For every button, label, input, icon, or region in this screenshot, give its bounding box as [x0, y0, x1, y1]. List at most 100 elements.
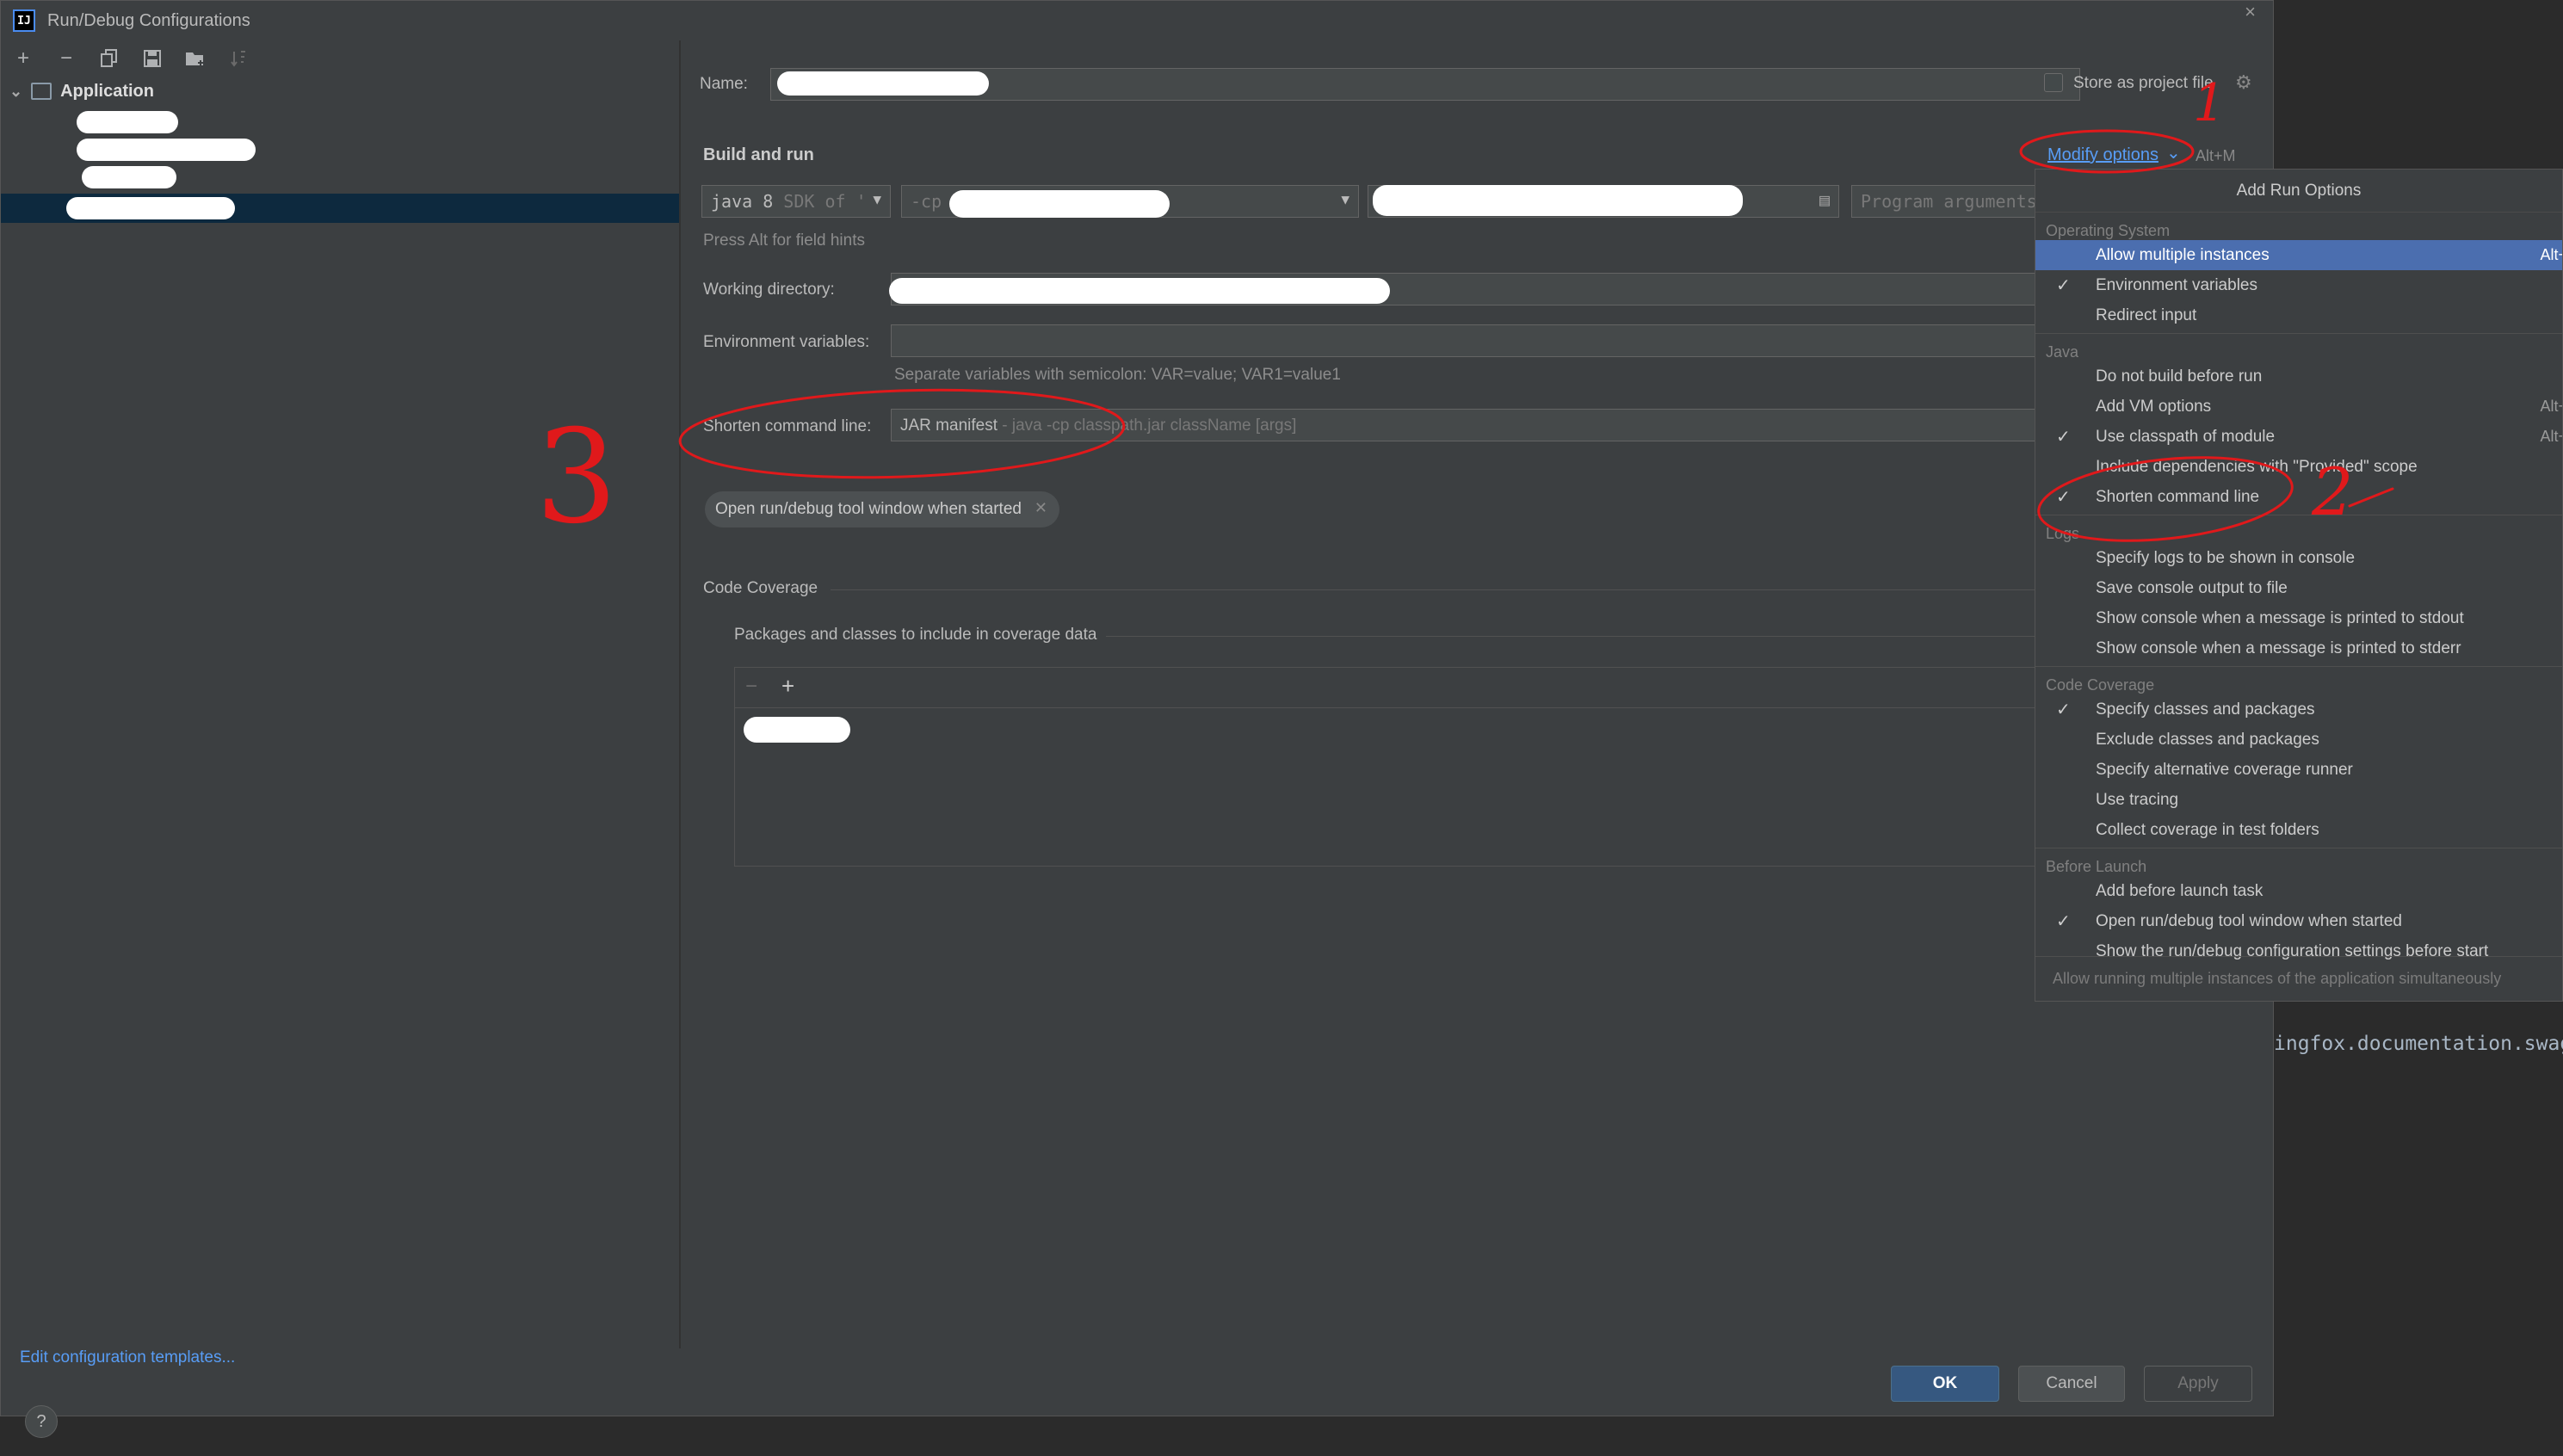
close-icon[interactable]: ✕	[1034, 499, 1047, 517]
option-item[interactable]: Add VM options Alt+	[2035, 392, 2562, 422]
code-coverage-separator	[831, 589, 2035, 590]
tree-node-application[interactable]: ⌄ Application	[1, 77, 679, 106]
option-label: Use classpath of module	[2096, 427, 2276, 446]
shorten-hint: - java -cp classpath.jar className [args…	[1002, 416, 1297, 435]
option-label: Exclude classes and packages	[2096, 730, 2319, 749]
option-label: Add VM options	[2096, 397, 2212, 416]
sdk-hint: SDK of '	[783, 191, 867, 212]
name-label: Name:	[700, 75, 748, 93]
add-run-options-popup: Add Run Options Operating System Allow mu…	[2035, 169, 2563, 1002]
code-coverage-title: Code Coverage	[703, 579, 818, 597]
popup-footer: Allow running multiple instances of the …	[2035, 956, 2562, 1001]
tree-item[interactable]	[1, 135, 679, 164]
open-tool-window-chip[interactable]: Open run/debug tool window when started …	[705, 491, 1059, 527]
checkmark-icon: ✓	[2056, 488, 2071, 507]
ok-button[interactable]: OK	[1891, 1366, 1999, 1402]
option-item[interactable]: Show console when a message is printed t…	[2035, 633, 2562, 663]
checkmark-icon: ✓	[2056, 276, 2071, 295]
close-icon[interactable]: ×	[2245, 1, 2256, 23]
checkmark-icon: ✓	[2056, 428, 2071, 447]
option-item[interactable]: Collect coverage in test folders	[2035, 815, 2562, 845]
redaction	[66, 197, 235, 219]
redaction	[1373, 185, 1743, 216]
option-item[interactable]: Do not build before run	[2035, 361, 2562, 392]
window-title: Run/Debug Configurations	[47, 10, 250, 30]
build-and-run-title: Build and run	[703, 145, 814, 164]
option-item[interactable]: Add before launch task	[2035, 876, 2562, 906]
option-label: Specify classes and packages	[2096, 700, 2315, 719]
help-button[interactable]: ?	[25, 1405, 58, 1438]
option-item[interactable]: Exclude classes and packages	[2035, 725, 2562, 755]
edit-templates-link[interactable]: Edit configuration templates...	[20, 1348, 235, 1367]
environment-variables-hint: Separate variables with semicolon: VAR=v…	[894, 366, 1341, 384]
redaction	[889, 278, 1390, 304]
option-item[interactable]: Specify logs to be shown in console	[2035, 543, 2562, 573]
option-label: Use tracing	[2096, 790, 2179, 809]
shorten-command-line-select[interactable]: JAR manifest - java -cp classpath.jar cl…	[891, 409, 2035, 441]
option-label: Environment variables	[2096, 275, 2257, 294]
option-item[interactable]: Show console when a message is printed t…	[2035, 603, 2562, 633]
option-item[interactable]: ✓ Specify classes and packages	[2035, 694, 2562, 725]
program-arguments-field[interactable]: Program arguments	[1851, 185, 2035, 218]
option-label: Include dependencies with "Provided" sco…	[2096, 457, 2418, 476]
gear-icon[interactable]: ⚙	[2235, 71, 2252, 94]
file-icon[interactable]: ▤	[1819, 189, 1830, 210]
save-icon[interactable]	[142, 48, 163, 69]
intellij-icon: IJ	[13, 9, 35, 32]
option-item[interactable]: Specify alternative coverage runner	[2035, 755, 2562, 785]
application-icon	[31, 83, 52, 100]
run-debug-dialog: IJ Run/Debug Configurations × + − ⌄ Appl…	[0, 0, 2274, 1438]
option-item[interactable]: ✓ Environment variables	[2035, 270, 2562, 300]
tree-item-selected[interactable]	[1, 194, 679, 223]
config-toolbar: + −	[1, 40, 679, 77]
jre-select[interactable]: java 8 SDK of ' ▼	[701, 185, 891, 218]
option-item[interactable]: ✓ Shorten command line	[2035, 482, 2562, 512]
option-item[interactable]: ✓ Open run/debug tool window when started	[2035, 906, 2562, 936]
option-group-header: Code Coverage	[2046, 676, 2155, 694]
caret-down-icon: ▼	[873, 191, 881, 207]
option-item[interactable]: Save console output to file	[2035, 573, 2562, 603]
option-group-header: Java	[2046, 343, 2079, 361]
option-item[interactable]: ✓ Use classpath of module Alt+	[2035, 422, 2562, 452]
shorten-value: JAR manifest	[900, 416, 997, 435]
option-label: Show console when a message is printed t…	[2096, 639, 2461, 657]
packages-separator	[1106, 636, 2035, 637]
redaction	[77, 111, 178, 133]
redaction	[949, 190, 1170, 218]
coverage-list[interactable]	[735, 707, 2035, 866]
copy-icon[interactable]	[99, 48, 120, 69]
tree-item[interactable]	[1, 106, 679, 135]
chip-label: Open run/debug tool window when started	[715, 500, 1022, 518]
option-label: Redirect input	[2096, 305, 2197, 324]
redaction	[744, 717, 850, 743]
chevron-down-icon[interactable]: ⌄	[9, 83, 22, 101]
option-label: Open run/debug tool window when started	[2096, 911, 2402, 930]
plus-icon[interactable]: +	[13, 46, 34, 70]
modify-options-link[interactable]: Modify options	[2047, 145, 2158, 165]
redaction	[777, 71, 989, 96]
tree-item[interactable]	[1, 164, 679, 194]
minus-icon[interactable]: −	[56, 46, 77, 70]
tree-root-label: Application	[60, 81, 154, 101]
environment-variables-field[interactable]	[891, 324, 2035, 357]
option-item[interactable]: Use tracing	[2035, 785, 2562, 815]
option-label: Shorten command line	[2096, 487, 2260, 506]
chevron-down-icon[interactable]: ⌄	[2166, 142, 2181, 163]
checkmark-icon: ✓	[2056, 912, 2071, 931]
option-shortcut: Alt+	[2540, 428, 2562, 445]
add-icon[interactable]: +	[781, 673, 794, 700]
option-item[interactable]: Include dependencies with "Provided" sco…	[2035, 452, 2562, 482]
option-label: Collect coverage in test folders	[2096, 820, 2319, 839]
folder-icon[interactable]	[185, 48, 206, 69]
cancel-button[interactable]: Cancel	[2018, 1366, 2125, 1402]
option-group-header: Logs	[2046, 525, 2080, 542]
sort-icon[interactable]	[228, 48, 249, 69]
minus-icon[interactable]: −	[745, 675, 757, 699]
option-item[interactable]: Allow multiple instances Alt+	[2035, 240, 2562, 270]
store-as-project-checkbox[interactable]	[2044, 73, 2063, 92]
option-group-header: Operating System	[2046, 222, 2171, 239]
option-item[interactable]: Redirect input	[2035, 300, 2562, 330]
alt-hint: Press Alt for field hints	[703, 231, 865, 250]
popup-options-list: Operating System Allow multiple instances…	[2035, 213, 2562, 966]
apply-button[interactable]: Apply	[2144, 1366, 2252, 1402]
